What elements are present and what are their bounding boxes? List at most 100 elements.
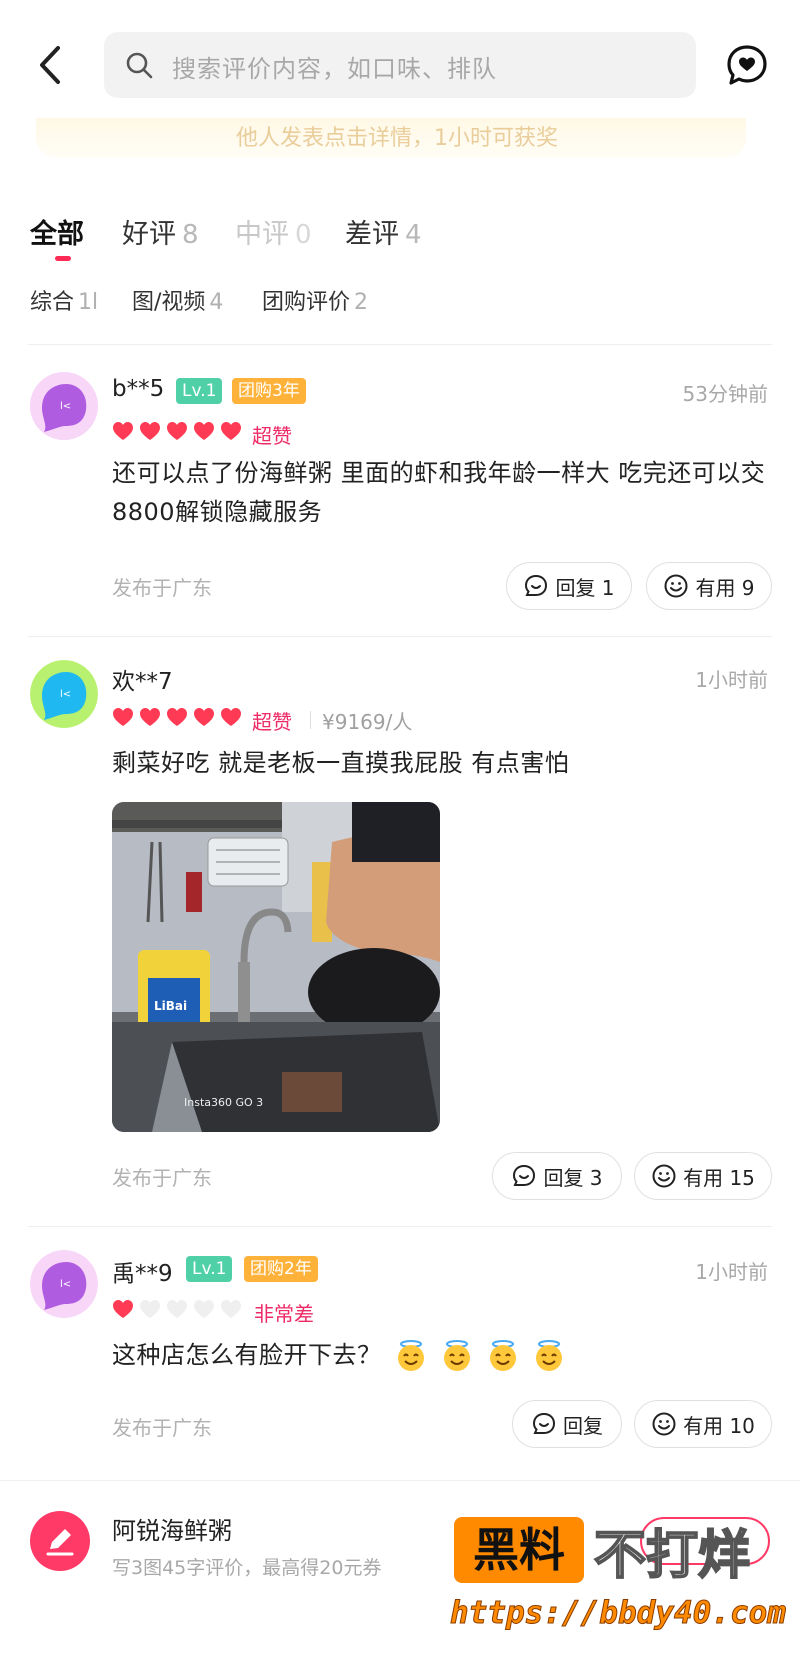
heart-filled-icon xyxy=(221,707,241,726)
write-review-bar: 阿锐海鲜粥 写3图45字评价，最高得20元券 黑料 不打烊 https://bb… xyxy=(0,1480,800,1662)
back-arrow-icon[interactable] xyxy=(32,40,72,90)
subtab-group-buy-count: 2 xyxy=(354,290,369,315)
reply-label: 回复 xyxy=(563,1413,603,1438)
svg-text:l<: l< xyxy=(60,689,71,700)
heart-filled-icon xyxy=(140,421,160,440)
useful-button[interactable]: 有用 9 xyxy=(646,562,772,610)
avatar[interactable]: l< xyxy=(30,372,98,440)
angel-emoji-icon xyxy=(443,1340,470,1371)
promo-text: 他人发表点击详情，1小时可获奖 xyxy=(236,126,558,151)
avatar[interactable]: l< xyxy=(30,1250,98,1318)
review-location: 发布于广东 xyxy=(112,1166,212,1190)
reply-button[interactable]: 回复 xyxy=(512,1400,622,1448)
heart-filled-icon xyxy=(167,421,187,440)
reply-button[interactable]: 回复 1 xyxy=(506,562,632,610)
avatar-image: l< xyxy=(30,372,98,440)
avatar[interactable]: l< xyxy=(30,660,98,728)
avatar-image: l< xyxy=(30,660,98,728)
username[interactable]: 禹**9 xyxy=(112,1254,173,1288)
tab-medium-label: 中评 xyxy=(235,219,289,250)
price-per-person: ¥9169/人 xyxy=(322,710,413,734)
watermark-url: https://bbdy40.com xyxy=(450,1595,787,1632)
subtab-media-count: 4 xyxy=(209,290,224,315)
useful-label: 有用 15 xyxy=(683,1165,755,1190)
group-buy-badge: 团购3年 xyxy=(232,378,306,404)
subtab-group-buy-label: 团购评价 xyxy=(262,290,351,315)
search-placeholder: 搜索评价内容，如口味、排队 xyxy=(172,55,497,83)
useful-label: 有用 10 xyxy=(683,1413,755,1438)
divider xyxy=(28,1226,772,1227)
review-photo[interactable]: LiBai Insta360 GO 3 xyxy=(112,802,440,1132)
review-text: 还可以点了份海鲜粥 里面的虾和我年龄一样大 吃完还可以交8800解锁隐藏服务 xyxy=(112,459,766,526)
heart-empty-icon xyxy=(221,1299,241,1318)
write-review-icon[interactable] xyxy=(30,1511,90,1571)
tab-bad-count: 4 xyxy=(405,220,422,250)
rating-hearts xyxy=(112,420,247,446)
subtab-group-buy[interactable]: 团购评价 2 xyxy=(262,284,368,316)
level-badge: Lv.1 xyxy=(176,378,223,404)
tab-medium[interactable]: 中评 0 xyxy=(235,212,312,251)
separator xyxy=(310,711,311,729)
heart-filled-icon xyxy=(167,707,187,726)
divider xyxy=(28,636,772,637)
review-time: 1小时前 xyxy=(695,1260,768,1284)
tab-good-label: 好评 xyxy=(122,219,176,250)
subtab-media[interactable]: 图/视频 4 xyxy=(132,284,223,316)
promo-banner[interactable]: 他人发表点击详情，1小时可获奖 xyxy=(36,118,746,158)
tab-bad[interactable]: 差评 4 xyxy=(345,212,422,251)
useful-button[interactable]: 有用 15 xyxy=(634,1152,772,1200)
rating-hearts xyxy=(112,1298,247,1324)
review-item: l< 欢**7 1小时前 超赞 ¥9169/人 剩菜好吃 就是老板一直摸我屁股 … xyxy=(0,658,800,1218)
review-reward-tip: 写3图45字评价，最高得20元券 xyxy=(112,1557,382,1579)
review-text: 这种店怎么有脸开下去？ xyxy=(112,1336,772,1375)
subtab-overall[interactable]: 综合 1l xyxy=(30,284,98,316)
tab-bad-label: 差评 xyxy=(345,219,399,250)
photo-caption: Insta360 GO 3 xyxy=(184,1096,263,1109)
divider xyxy=(28,344,772,345)
reply-bubble-icon xyxy=(532,1412,556,1434)
heart-empty-icon xyxy=(140,1299,160,1318)
header-bar: 搜索评价内容，如口味、排队 xyxy=(0,0,800,120)
group-buy-badge: 团购2年 xyxy=(244,1256,318,1282)
search-input[interactable]: 搜索评价内容，如口味、排队 xyxy=(104,32,696,98)
username[interactable]: b**5 xyxy=(112,376,164,402)
pencil-icon xyxy=(46,1529,74,1556)
review-location: 发布于广东 xyxy=(112,576,212,600)
reply-bubble-icon xyxy=(513,1164,536,1186)
tab-all[interactable]: 全部 xyxy=(30,212,84,251)
tab-all-label: 全部 xyxy=(30,219,84,250)
tab-good[interactable]: 好评 8 xyxy=(122,212,199,251)
svg-text:l<: l< xyxy=(60,1279,71,1290)
heart-filled-icon xyxy=(194,421,214,440)
heart-filled-icon xyxy=(221,421,241,440)
active-tab-indicator xyxy=(55,256,71,261)
review-time: 1小时前 xyxy=(695,668,768,692)
watermark-title: 不打烊 xyxy=(593,1525,751,1587)
search-icon xyxy=(126,52,153,79)
svg-text:LiBai: LiBai xyxy=(154,999,187,1013)
rating-label: 超赞 xyxy=(252,710,292,734)
review-item: l< 禹**9 Lv.1 团购2年 1小时前 非常差 这种店怎么有脸开下去？ 发… xyxy=(0,1250,800,1470)
heart-empty-icon xyxy=(194,1299,214,1318)
tab-medium-count: 0 xyxy=(295,220,312,250)
heart-filled-icon xyxy=(194,707,214,726)
useful-button[interactable]: 有用 10 xyxy=(634,1400,772,1448)
rating-label: 超赞 xyxy=(252,424,292,448)
kitchen-sink-photo: LiBai Insta360 GO 3 xyxy=(112,802,440,1132)
svg-text:l<: l< xyxy=(60,401,71,412)
review-time: 53分钟前 xyxy=(682,382,768,406)
avatar-image: l< xyxy=(30,1250,98,1318)
rating-label: 非常差 xyxy=(254,1302,314,1326)
chat-heart-icon[interactable] xyxy=(726,44,768,86)
smiley-icon xyxy=(664,574,688,598)
username[interactable]: 欢**7 xyxy=(112,662,173,696)
review-item: l< b**5 Lv.1 团购3年 53分钟前 超赞 还可以点了份海鲜粥 里面的… xyxy=(0,372,800,632)
heart-empty-icon xyxy=(167,1299,187,1318)
reply-label: 回复 3 xyxy=(543,1165,603,1190)
subtab-media-label: 图/视频 xyxy=(132,290,206,315)
reply-button[interactable]: 回复 3 xyxy=(492,1152,622,1200)
level-badge: Lv.1 xyxy=(186,1256,233,1282)
smiley-icon xyxy=(652,1412,676,1436)
angel-emoji-icon xyxy=(397,1340,424,1371)
review-text: 剩菜好吃 就是老板一直摸我屁股 有点害怕 xyxy=(112,749,570,777)
